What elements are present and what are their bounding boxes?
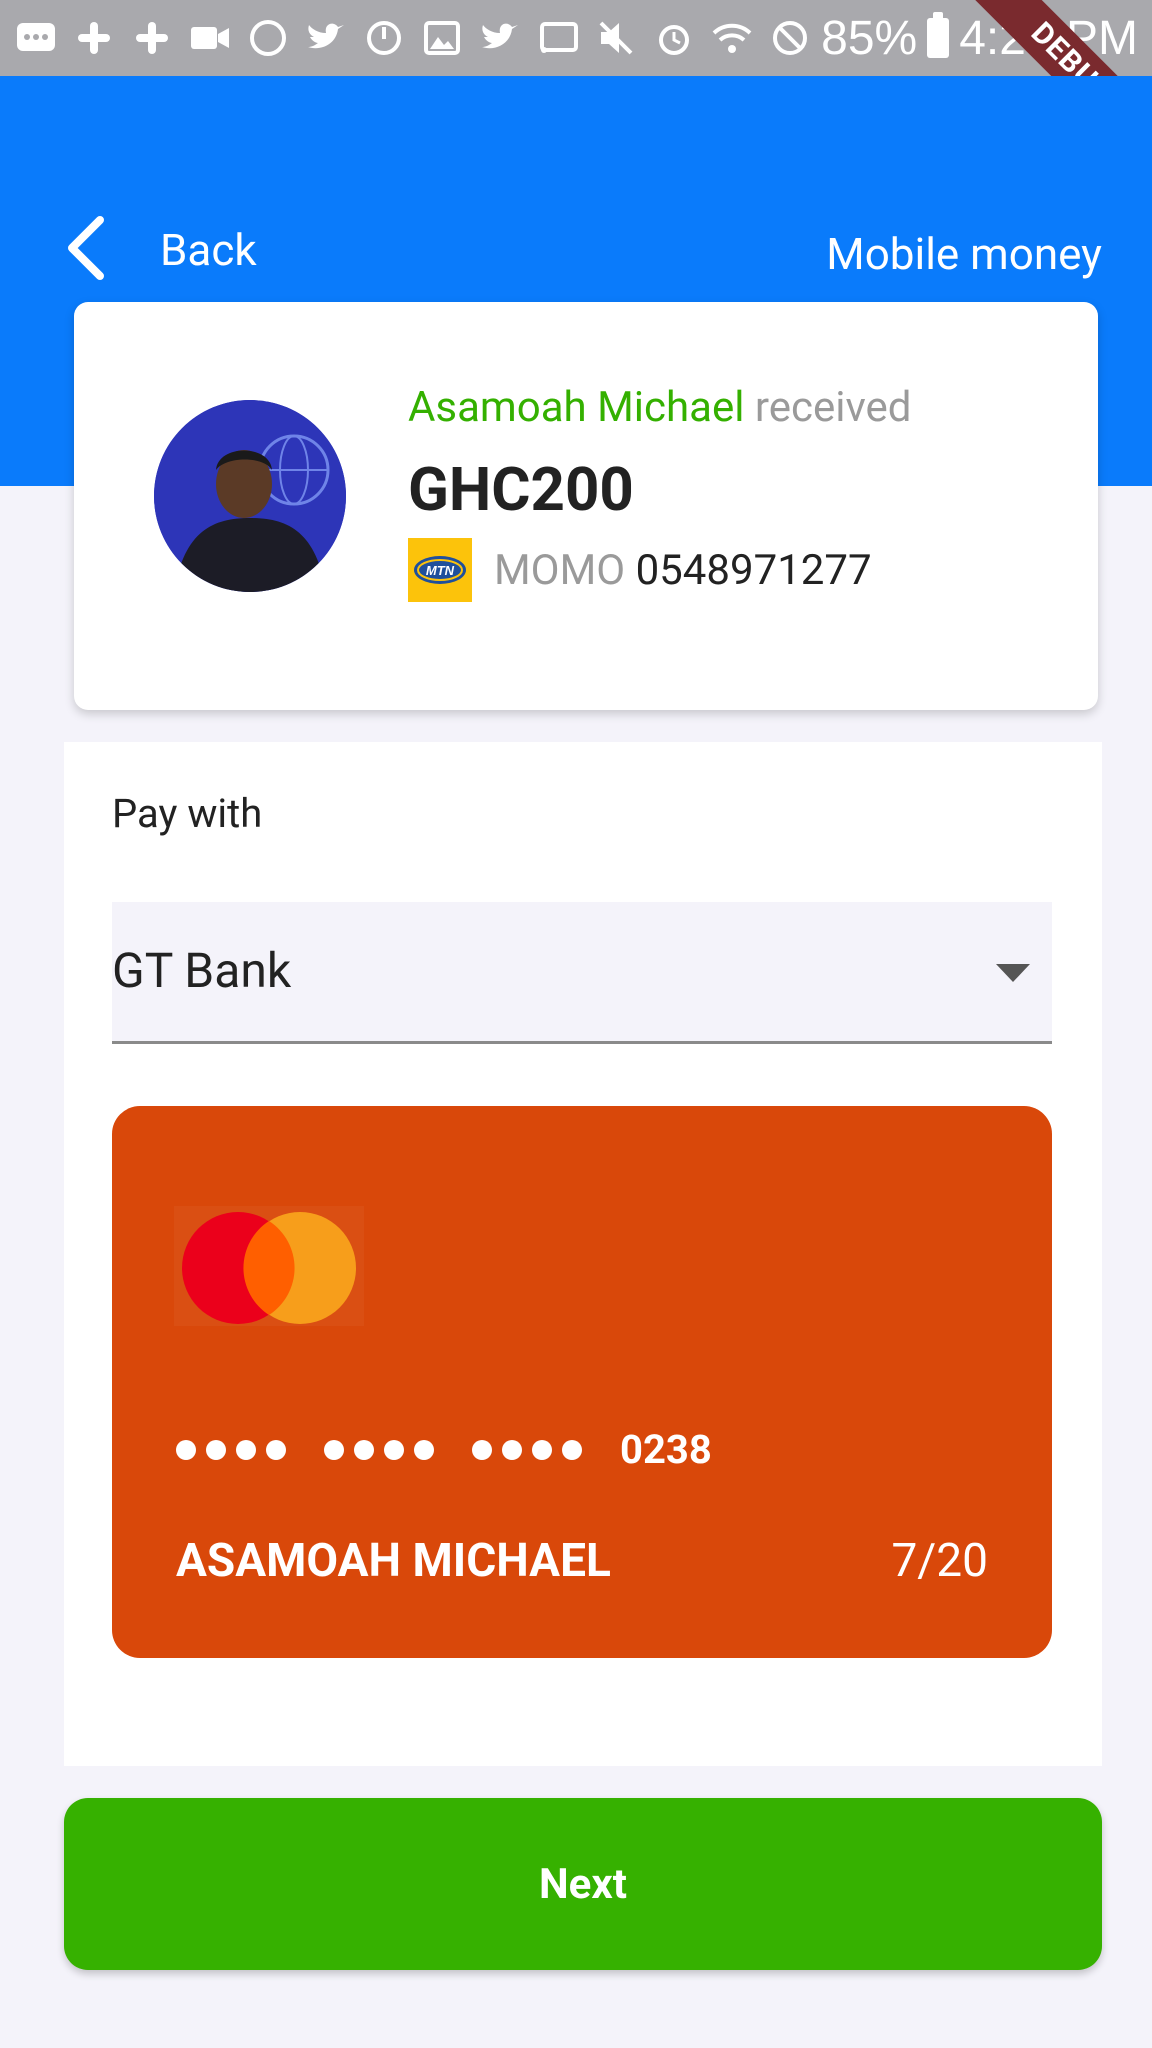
- recipient-name: Asamoah Michael: [408, 383, 745, 432]
- avatar: [154, 400, 346, 592]
- back-button[interactable]: Back: [64, 216, 257, 284]
- battery-icon: [927, 12, 950, 58]
- video-icon: [188, 16, 232, 60]
- back-label: Back: [160, 224, 257, 276]
- battery-percent: 85%: [821, 11, 918, 65]
- image-icon: [420, 16, 464, 60]
- slack-icon: [130, 16, 174, 60]
- masked-digits: [324, 1439, 434, 1460]
- pay-with-label: Pay with: [112, 790, 263, 837]
- twitter-icon: [304, 16, 348, 60]
- status-bar: 85% 4:23 PM DEBUG: [0, 0, 1152, 76]
- message-icon: [14, 16, 58, 60]
- recipient-card: Asamoah Michael received GHC200 MTN MOMO…: [74, 302, 1098, 710]
- notification-icons: [14, 16, 812, 60]
- caret-down-icon: [996, 964, 1030, 986]
- provider-label: MOMO: [494, 545, 626, 595]
- mtn-logo-text: MTN: [426, 563, 455, 578]
- bank-select[interactable]: GT Bank: [112, 902, 1052, 1044]
- mastercard-icon: [174, 1206, 364, 1326]
- amount: GHC200: [408, 454, 634, 525]
- card-last4: 0238: [620, 1426, 712, 1473]
- card-expiry: 7/20: [891, 1534, 988, 1588]
- wifi-icon: [710, 16, 754, 60]
- alarm-icon: [652, 16, 696, 60]
- action-text: received: [754, 383, 912, 432]
- masked-digits: [176, 1439, 286, 1460]
- mute-icon: [594, 16, 638, 60]
- next-button[interactable]: Next: [64, 1798, 1102, 1970]
- card-holder: ASAMOAH MICHAEL: [176, 1534, 611, 1588]
- page-title: Mobile money: [826, 228, 1102, 280]
- masked-digits: [472, 1439, 582, 1460]
- block-icon: [768, 16, 812, 60]
- power-icon: [362, 16, 406, 60]
- chevron-left-icon: [64, 216, 106, 284]
- phone-number: 0548971277: [635, 545, 872, 595]
- twitter-icon: [478, 16, 522, 60]
- mtn-logo: MTN: [408, 538, 472, 602]
- payment-panel: Pay with GT Bank 0238 ASAMOAH MICHAEL 7/…: [64, 742, 1102, 1766]
- whatsapp-icon: [246, 16, 290, 60]
- slack-icon: [72, 16, 116, 60]
- bank-select-value: GT Bank: [112, 942, 292, 999]
- card-number: 0238: [176, 1426, 712, 1473]
- cast-icon: [536, 16, 580, 60]
- payment-card[interactable]: 0238 ASAMOAH MICHAEL 7/20: [112, 1106, 1052, 1658]
